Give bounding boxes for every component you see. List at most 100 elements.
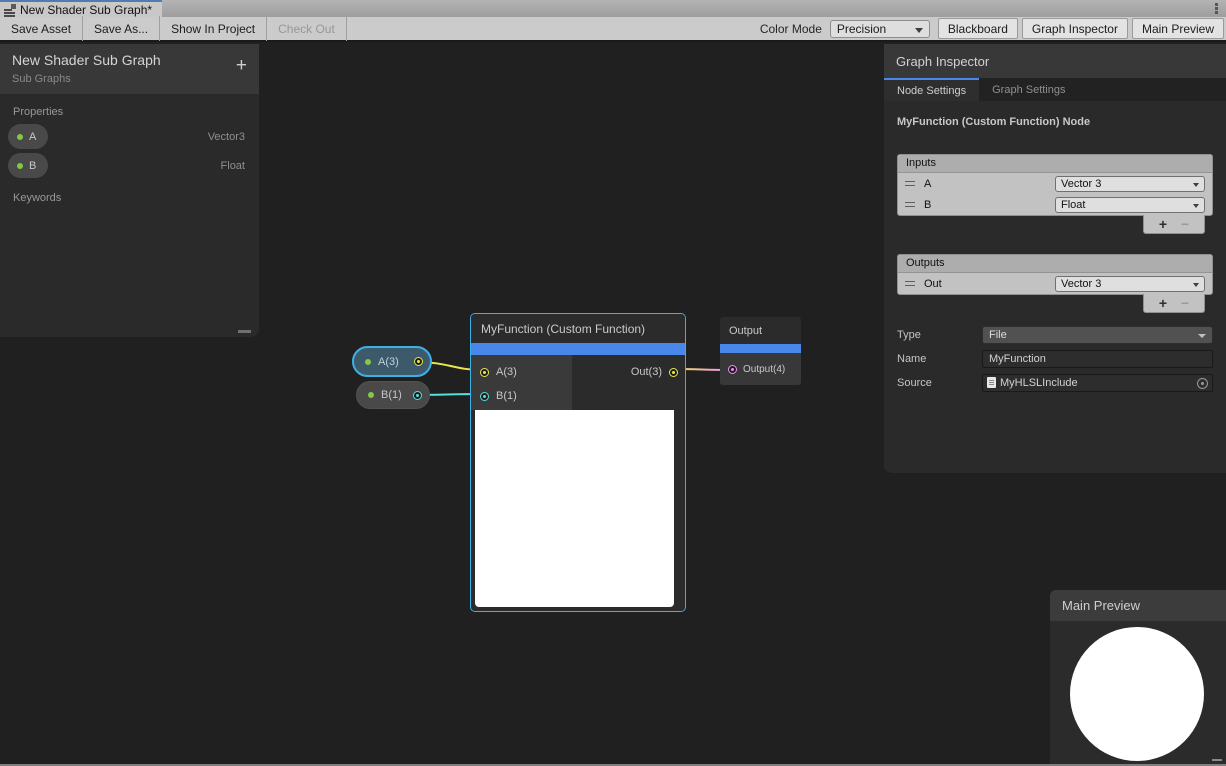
- color-mode-dropdown[interactable]: Precision: [830, 20, 930, 38]
- add-output-button[interactable]: +: [1159, 295, 1167, 311]
- graph-inspector-panel: Graph Inspector Node Settings Graph Sett…: [884, 44, 1226, 473]
- property-name: A: [29, 131, 36, 143]
- object-picker-icon[interactable]: [1197, 378, 1208, 389]
- toolbar: Save Asset Save As... Show In Project Ch…: [0, 17, 1226, 42]
- node-preview-image: [475, 410, 674, 607]
- color-mode-label: Color Mode: [752, 22, 830, 36]
- output-row-out[interactable]: Out Vector 3: [898, 273, 1212, 294]
- preview-sphere[interactable]: [1070, 627, 1204, 761]
- main-preview-title: Main Preview: [1062, 598, 1140, 613]
- chevron-down-icon: [1193, 204, 1199, 208]
- node-accent-strip: [471, 343, 685, 355]
- property-node-label: B(1): [381, 389, 402, 401]
- blackboard-title: New Shader Sub Graph: [12, 52, 247, 68]
- blackboard-resize-handle[interactable]: [238, 330, 251, 333]
- input-name: A: [924, 178, 931, 190]
- remove-output-button[interactable]: −: [1181, 295, 1189, 311]
- output-node[interactable]: Output Output(4): [720, 317, 801, 385]
- overflow-menu-icon[interactable]: [1215, 3, 1218, 14]
- drag-handle-icon[interactable]: [905, 281, 915, 286]
- tab-graph-settings[interactable]: Graph Settings: [979, 78, 1078, 101]
- add-input-button[interactable]: +: [1159, 216, 1167, 232]
- property-node-label: A(3): [378, 356, 399, 368]
- source-label: Source: [897, 377, 982, 389]
- chevron-down-icon: [915, 28, 923, 33]
- property-node-b[interactable]: B(1): [356, 381, 430, 409]
- output-name: Out: [924, 278, 942, 290]
- input-row-b[interactable]: B Float: [898, 194, 1212, 215]
- output-type-dropdown[interactable]: Vector 3: [1055, 276, 1205, 292]
- port-label: Out(3): [631, 366, 662, 378]
- color-mode-value: Precision: [837, 22, 886, 36]
- name-input[interactable]: MyFunction: [982, 350, 1213, 368]
- keywords-section-label: Keywords: [13, 192, 259, 204]
- name-value: MyFunction: [989, 353, 1046, 365]
- add-property-button[interactable]: +: [236, 56, 247, 75]
- main-preview-panel: Main Preview: [1050, 590, 1226, 764]
- tab-title: New Shader Sub Graph*: [20, 3, 152, 17]
- name-label: Name: [897, 353, 982, 365]
- type-dropdown[interactable]: File: [982, 326, 1213, 344]
- property-node-a[interactable]: A(3): [352, 346, 432, 377]
- property-type: Float: [221, 160, 245, 172]
- property-row-b[interactable]: B Float: [0, 151, 259, 180]
- port-output-out[interactable]: [669, 368, 678, 377]
- input-name: B: [924, 199, 931, 211]
- node-input-column: A(3) B(1): [471, 355, 572, 410]
- output-type-value: Vector 3: [1061, 278, 1101, 290]
- chevron-down-icon: [1193, 183, 1199, 187]
- input-type-value: Float: [1061, 199, 1085, 211]
- main-preview-header[interactable]: Main Preview: [1050, 590, 1226, 621]
- inspector-tabs: Node Settings Graph Settings: [884, 78, 1226, 101]
- save-asset-button[interactable]: Save Asset: [0, 16, 83, 41]
- property-pill-a[interactable]: A: [8, 124, 48, 149]
- drag-handle-icon[interactable]: [905, 202, 915, 207]
- exposed-dot-icon: [17, 163, 23, 169]
- main-preview-toggle-button[interactable]: Main Preview: [1132, 18, 1224, 39]
- property-pill-b[interactable]: B: [8, 153, 48, 178]
- check-out-button: Check Out: [267, 16, 347, 41]
- graph-inspector-toggle-button[interactable]: Graph Inspector: [1022, 18, 1128, 39]
- source-value: MyHLSLInclude: [1000, 377, 1078, 389]
- property-name: B: [29, 160, 36, 172]
- port-output-4[interactable]: [728, 365, 737, 374]
- chevron-down-icon: [1198, 334, 1206, 338]
- drag-handle-icon[interactable]: [905, 181, 915, 186]
- blackboard-header[interactable]: New Shader Sub Graph Sub Graphs +: [0, 44, 259, 94]
- inspector-body: MyFunction (Custom Function) Node Inputs…: [884, 116, 1226, 392]
- input-type-dropdown[interactable]: Vector 3: [1055, 176, 1205, 192]
- outputs-list-footer: + −: [1143, 294, 1205, 313]
- outputs-list: Outputs Out Vector 3: [897, 254, 1213, 295]
- show-in-project-button[interactable]: Show In Project: [160, 16, 267, 41]
- input-port-row-a: A(3): [471, 360, 572, 384]
- preview-resize-handle[interactable]: [1212, 759, 1222, 761]
- save-as-button[interactable]: Save As...: [83, 16, 160, 41]
- node-heading: MyFunction (Custom Function) Node: [897, 116, 1213, 128]
- name-field-row: Name MyFunction: [897, 349, 1213, 368]
- tab-new-shader-sub-graph[interactable]: New Shader Sub Graph*: [0, 0, 162, 17]
- graph-inspector-title: Graph Inspector: [896, 54, 989, 69]
- type-value: File: [989, 329, 1007, 341]
- remove-input-button[interactable]: −: [1181, 216, 1189, 232]
- input-type-value: Vector 3: [1061, 178, 1101, 190]
- graph-inspector-header[interactable]: Graph Inspector: [884, 44, 1226, 78]
- output-port-row: Output(4): [720, 353, 801, 385]
- shader-graph-icon: [4, 4, 16, 15]
- blackboard-toggle-button[interactable]: Blackboard: [938, 18, 1018, 39]
- port-b-out[interactable]: [413, 391, 422, 400]
- port-a-out[interactable]: [414, 357, 423, 366]
- input-type-dropdown[interactable]: Float: [1055, 197, 1205, 213]
- blackboard-subtitle: Sub Graphs: [12, 73, 247, 85]
- port-label: A(3): [496, 366, 517, 378]
- port-input-b[interactable]: [480, 392, 489, 401]
- node-preview-area: [471, 410, 685, 611]
- port-input-a[interactable]: [480, 368, 489, 377]
- node-accent-strip: [720, 344, 801, 353]
- window-tab-bar: New Shader Sub Graph*: [0, 0, 1226, 17]
- property-row-a[interactable]: A Vector3: [0, 122, 259, 151]
- input-row-a[interactable]: A Vector 3: [898, 173, 1212, 194]
- file-icon: [987, 377, 996, 388]
- custom-function-node[interactable]: MyFunction (Custom Function) A(3) B(1) O…: [470, 313, 686, 612]
- source-object-field[interactable]: MyHLSLInclude: [982, 374, 1213, 392]
- tab-node-settings[interactable]: Node Settings: [884, 78, 979, 101]
